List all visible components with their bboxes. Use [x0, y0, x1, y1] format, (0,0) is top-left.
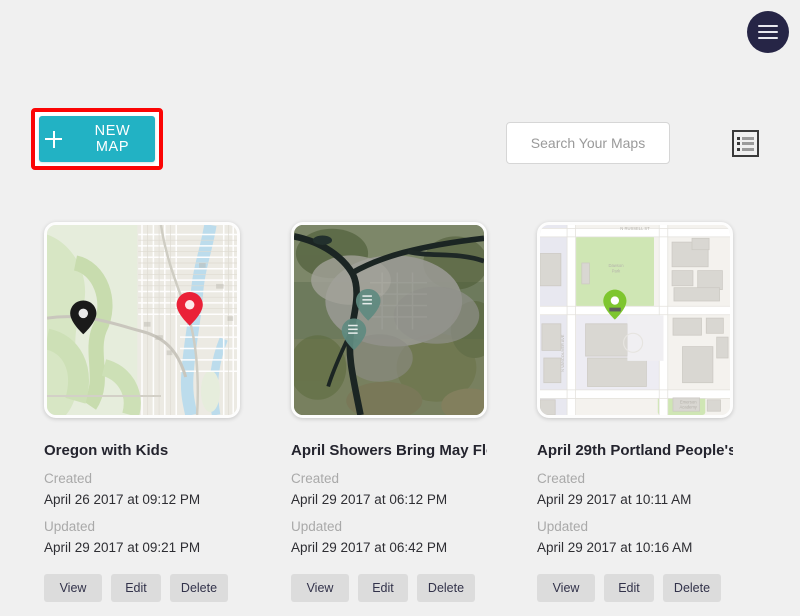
search-input[interactable]	[506, 122, 670, 164]
svg-text:Dawson: Dawson	[608, 263, 624, 268]
delete-button[interactable]: Delete	[170, 574, 228, 602]
list-view-dot	[737, 142, 740, 145]
new-map-highlight: NEW MAP	[31, 108, 163, 170]
map-card: Oregon with Kids Created April 26 2017 a…	[44, 222, 274, 602]
updated-label: Updated	[537, 519, 589, 534]
hamburger-icon-bar	[758, 37, 778, 39]
edit-button[interactable]: Edit	[604, 574, 654, 602]
delete-button[interactable]: Delete	[417, 574, 475, 602]
view-button[interactable]: View	[537, 574, 595, 602]
list-view-dot	[737, 147, 740, 151]
app-header	[0, 0, 800, 70]
updated-value: April 29 2017 at 06:42 PM	[291, 540, 448, 555]
list-view-icon[interactable]	[732, 130, 759, 157]
map-card-actions: View Edit Delete	[537, 574, 767, 602]
created-label: Created	[537, 471, 586, 486]
list-view-row	[737, 136, 754, 140]
view-button[interactable]: View	[44, 574, 102, 602]
updated-value: April 29 2017 at 10:16 AM	[537, 540, 693, 555]
maps-toolbar: NEW MAP	[0, 108, 800, 180]
created-label: Created	[291, 471, 340, 486]
map-card-actions: View Edit Delete	[44, 574, 274, 602]
hamburger-menu-button[interactable]	[747, 11, 789, 53]
svg-text:Park: Park	[612, 269, 621, 274]
map-card-title: Oregon with Kids	[44, 442, 169, 459]
hamburger-icon-bar	[758, 31, 778, 33]
list-view-row	[737, 142, 754, 146]
new-map-button[interactable]: NEW MAP	[39, 116, 155, 162]
hamburger-icon-bar	[758, 25, 778, 27]
svg-text:N VANCOUVER AVE: N VANCOUVER AVE	[560, 334, 565, 372]
map-card-title: April Showers Bring May Flowers	[291, 442, 487, 459]
map-card-title: April 29th Portland People's Clima…	[537, 442, 733, 459]
updated-label: Updated	[291, 519, 343, 534]
street-detail-map-graphic: Dawson Park N RUSSELL ST Emerson Academy…	[540, 225, 730, 415]
created-value: April 29 2017 at 06:12 PM	[291, 492, 448, 507]
created-value: April 26 2017 at 09:12 PM	[44, 492, 201, 507]
map-card-actions: View Edit Delete	[291, 574, 521, 602]
updated-value: April 29 2017 at 09:21 PM	[44, 540, 201, 555]
map-card: April Showers Bring May Flowers Created …	[291, 222, 521, 602]
created-label: Created	[44, 471, 93, 486]
delete-button[interactable]: Delete	[663, 574, 721, 602]
created-value: April 29 2017 at 10:11 AM	[537, 492, 692, 507]
list-view-bar	[742, 136, 754, 140]
svg-text:N RUSSELL ST: N RUSSELL ST	[620, 226, 650, 231]
map-card: Dawson Park N RUSSELL ST Emerson Academy…	[537, 222, 767, 602]
plus-icon	[45, 130, 62, 148]
svg-text:Academy: Academy	[680, 404, 698, 409]
edit-button[interactable]: Edit	[358, 574, 408, 602]
street-map-graphic	[47, 225, 237, 415]
map-thumbnail-street[interactable]	[44, 222, 240, 418]
satellite-map-graphic	[294, 225, 484, 415]
edit-button[interactable]: Edit	[111, 574, 161, 602]
map-thumbnail-street-detail[interactable]: Dawson Park N RUSSELL ST Emerson Academy…	[537, 222, 733, 418]
view-button[interactable]: View	[291, 574, 349, 602]
new-map-button-label: NEW MAP	[94, 123, 131, 155]
list-view-dot	[737, 136, 740, 140]
list-view-bar	[742, 142, 754, 145]
map-thumbnail-satellite[interactable]	[291, 222, 487, 418]
list-view-bar	[742, 147, 754, 151]
list-view-row	[737, 147, 754, 151]
updated-label: Updated	[44, 519, 96, 534]
